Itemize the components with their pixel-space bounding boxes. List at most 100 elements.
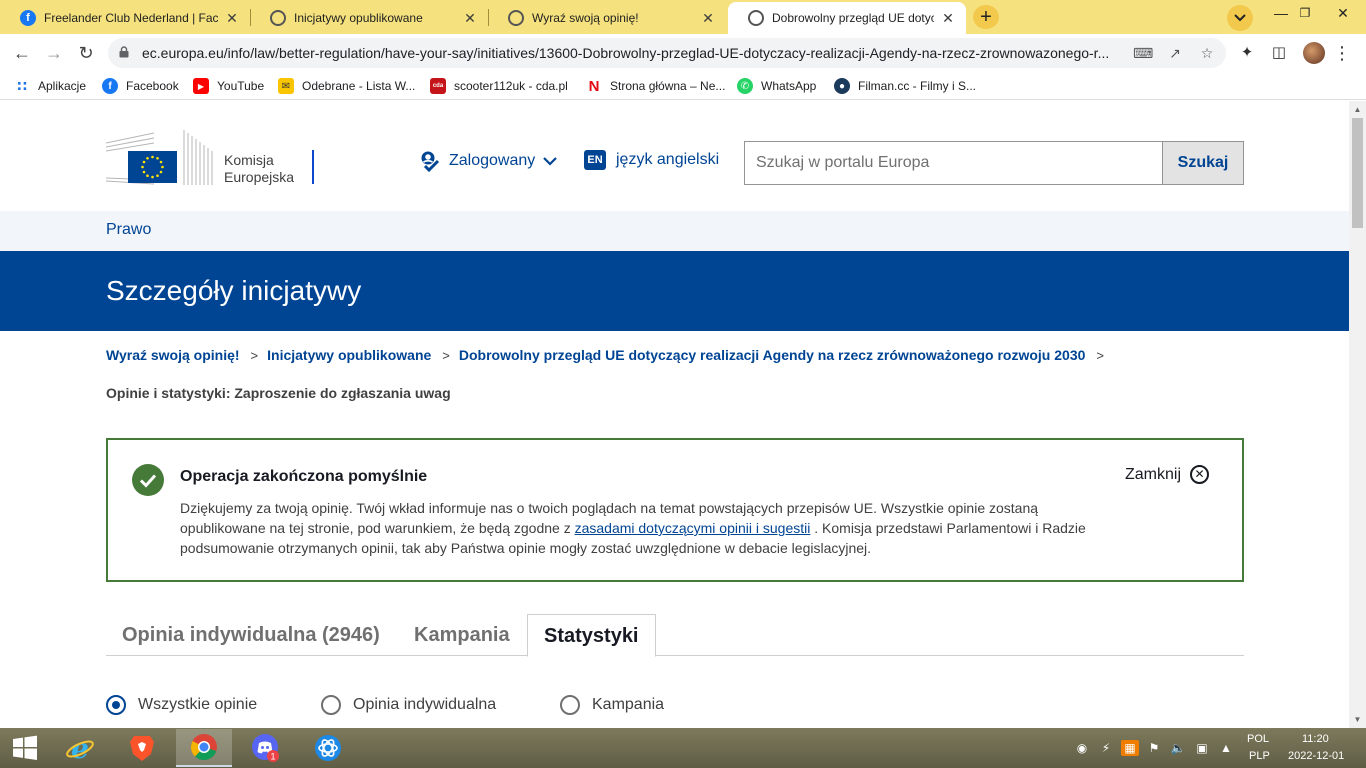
address-bar[interactable]: ec.europa.eu/info/law/better-regulation/… [108, 38, 1226, 68]
breadcrumb-link[interactable]: Inicjatywy opublikowane [267, 347, 431, 363]
tab-title: Wyraź swoją opinię! [532, 11, 639, 25]
bookmark-label: Filman.cc - Filmy i S... [858, 79, 977, 93]
url-text[interactable]: ec.europa.eu/info/law/better-regulation/… [142, 45, 1132, 61]
scroll-up-icon[interactable]: ▲ [1349, 101, 1366, 118]
chrome-icon [190, 734, 217, 761]
bluetooth-tray-icon[interactable]: ⚡ [1097, 740, 1115, 756]
browser-toolbar: ← → ↻ ec.europa.eu/info/law/better-regul… [0, 34, 1366, 72]
bookmark-youtube[interactable]: ▶ YouTube [193, 76, 264, 96]
close-message-button[interactable]: Zamknij ✕ [1125, 465, 1210, 484]
keyboard-layout[interactable]: PLP [1249, 750, 1270, 762]
reload-icon[interactable]: ↻ [74, 41, 98, 65]
side-panel-icon[interactable]: ◫ [1268, 42, 1290, 64]
tab-campaign[interactable]: Kampania [398, 614, 526, 656]
clock-time[interactable]: 11:20 [1302, 733, 1329, 745]
start-button[interactable] [0, 729, 50, 767]
breadcrumb-link[interactable]: Dobrowolny przegląd UE dotyczący realiza… [459, 347, 1086, 363]
input-language[interactable]: POL [1247, 733, 1269, 745]
user-menu[interactable]: Zalogowany [417, 150, 558, 172]
search-button[interactable]: Szukaj [1162, 141, 1244, 185]
tab-title: Freelander Club Nederland | Face [44, 11, 218, 25]
extensions-icon[interactable]: ✦ [1236, 42, 1258, 64]
tab-title: Dobrowolny przegląd UE dotycza [772, 11, 934, 25]
feedback-rules-link[interactable]: zasadami dotyczącymi opinii i sugestii [575, 520, 811, 536]
close-tab-icon[interactable]: ✕ [224, 10, 240, 27]
tab-statistics[interactable]: Statystyki [527, 614, 656, 657]
close-tab-icon[interactable]: ✕ [940, 10, 956, 27]
bookmark-netflix[interactable]: N Strona główna – Ne... [586, 76, 725, 96]
browser-tab-active[interactable]: Dobrowolny przegląd UE dotycza ✕ [728, 2, 966, 34]
radio-button[interactable] [560, 695, 580, 715]
page-title-band: Szczegóły inicjatywy [0, 251, 1349, 331]
search-input[interactable] [745, 142, 1162, 184]
search-box[interactable] [744, 141, 1162, 185]
check-icon [132, 464, 164, 496]
ec-logo-graphic [105, 130, 213, 185]
site-name[interactable]: Prawo [106, 221, 151, 239]
page-title: Szczegóły inicjatywy [106, 275, 362, 306]
facebook-icon: f [20, 10, 36, 26]
bookmark-label: scooter112uk - cda.pl [454, 79, 568, 93]
share-icon[interactable]: ↗ [1165, 43, 1185, 63]
radio-button[interactable] [321, 695, 341, 715]
app-tray-icon[interactable]: ▦ [1121, 740, 1139, 756]
chrome-taskbar-icon[interactable] [176, 729, 232, 767]
volume-icon[interactable]: 🔈 [1169, 740, 1187, 756]
chevron-down-icon [543, 156, 558, 166]
chevron-right-icon: > [442, 347, 450, 363]
web-page: Komisja Europejska Zalogowany EN język a… [0, 101, 1349, 728]
ec-logo[interactable]: Komisja Europejska [105, 129, 318, 185]
globe-icon [748, 10, 764, 26]
flag-icon[interactable]: ⚑ [1145, 740, 1163, 756]
tab-individual-feedback[interactable]: Opinia indywidualna (2946) [106, 614, 396, 656]
breadcrumb-link[interactable]: Wyraź swoją opinię! [106, 347, 240, 363]
facebook-icon: f [102, 78, 118, 94]
clock-date[interactable]: 2022-12-01 [1288, 750, 1344, 762]
close-tab-icon[interactable]: ✕ [700, 10, 716, 27]
message-body: Dziękujemy za twoją opinię. Twój wkład i… [180, 500, 1086, 556]
bookmarks-bar: ∷ Aplikacje f Facebook ▶ YouTube ✉ Odebr… [0, 72, 1366, 100]
profile-avatar[interactable] [1303, 42, 1325, 64]
bookmark-cda[interactable]: cda scooter112uk - cda.pl [430, 76, 568, 96]
radio-button[interactable] [106, 695, 126, 715]
scroll-thumb[interactable] [1352, 118, 1363, 228]
page-scrollbar[interactable]: ▲ ▼ [1349, 101, 1366, 728]
close-window-icon[interactable]: ✕ [1320, 0, 1366, 30]
translate-icon[interactable]: ⌨ [1133, 43, 1153, 63]
brave-taskbar-icon[interactable] [114, 729, 170, 767]
browser-tab[interactable]: Wyraź swoją opinię! ✕ [488, 2, 726, 34]
forward-icon[interactable]: → [42, 41, 66, 65]
radio-all-feedback[interactable]: Wszystkie opinie [106, 695, 257, 715]
netflix-icon: N [586, 78, 602, 95]
bookmark-facebook[interactable]: f Facebook [102, 76, 179, 96]
browser-tab[interactable]: f Freelander Club Nederland | Face ✕ [0, 2, 250, 34]
discord-taskbar-icon[interactable]: 1 [238, 729, 294, 767]
close-tab-icon[interactable]: ✕ [462, 10, 478, 27]
power-icon[interactable]: ▣ [1193, 740, 1211, 756]
mail-icon: ✉ [278, 78, 294, 94]
breadcrumb-current: Opinie i statystyki: Zaproszenie do zgła… [106, 385, 451, 401]
bookmark-whatsapp[interactable]: ✆ WhatsApp [737, 76, 816, 96]
scroll-down-icon[interactable]: ▼ [1349, 711, 1366, 728]
chevron-right-icon: > [1096, 347, 1104, 363]
browser-tab-strip: f Freelander Club Nederland | Face ✕ Ini… [0, 0, 1366, 34]
bookmark-filman[interactable]: ● Filman.cc - Filmy i S... [834, 76, 976, 96]
bookmark-label: WhatsApp [761, 79, 817, 93]
network-icon[interactable]: ▲ [1217, 740, 1235, 756]
language-selector[interactable]: EN język angielski [584, 150, 719, 170]
discord-tray-icon[interactable]: ◉ [1073, 740, 1091, 756]
browser-tab[interactable]: Inicjatywy opublikowane ✕ [250, 2, 488, 34]
radio-campaign[interactable]: Kampania [560, 695, 664, 715]
new-tab-button[interactable]: + [973, 5, 999, 29]
app-taskbar-icon[interactable] [300, 729, 356, 767]
internet-explorer-taskbar-icon[interactable]: e [52, 729, 108, 767]
site-name-band: Prawo [0, 211, 1349, 251]
tab-search-button[interactable] [1227, 5, 1253, 31]
discord-notification-count: 1 [270, 752, 275, 762]
back-icon[interactable]: ← [10, 41, 34, 65]
bookmark-star-icon[interactable]: ☆ [1197, 43, 1217, 63]
bookmark-apps[interactable]: ∷ Aplikacje [14, 76, 86, 96]
bookmark-mail[interactable]: ✉ Odebrane - Lista W... [278, 76, 415, 96]
radio-individual-feedback[interactable]: Opinia indywidualna [321, 695, 496, 715]
menu-icon[interactable]: ⋮ [1331, 42, 1353, 64]
